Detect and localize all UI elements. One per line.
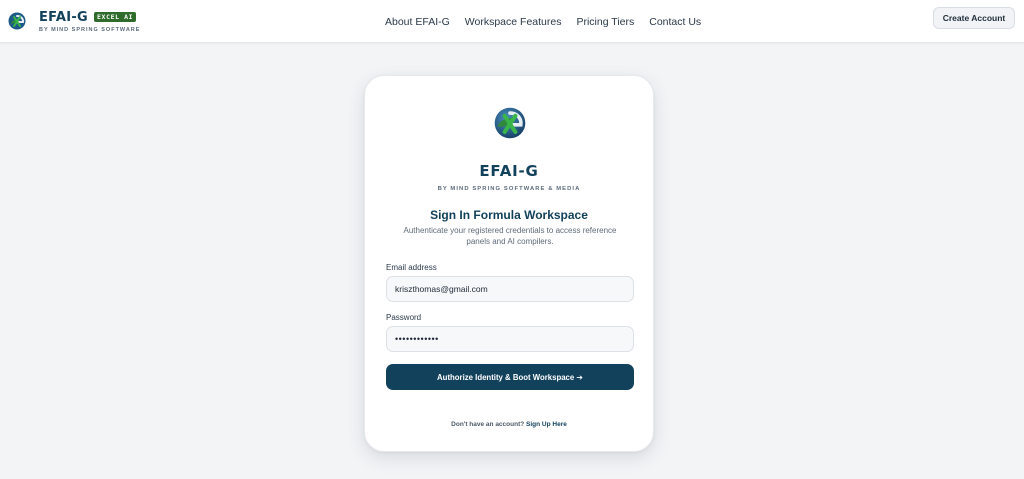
sign-up-link[interactable]: Sign Up Here	[526, 421, 567, 428]
nav-contact-us[interactable]: Contact Us	[649, 16, 701, 28]
brand-tagline: BY MIND SPRING SOFTWARE	[39, 27, 141, 33]
sign-in-card: EFAI-G BY MIND SPRING SOFTWARE & MEDIA S…	[364, 75, 654, 452]
nav-workspace-features[interactable]: Workspace Features	[465, 16, 562, 28]
sign-in-heading: Sign In Formula Workspace	[430, 208, 588, 222]
sign-in-description: Authenticate your registered credentials…	[403, 226, 617, 246]
card-subtitle: BY MIND SPRING SOFTWARE & MEDIA	[437, 186, 581, 192]
brand[interactable]: EFAI-G EXCEL AI BY MIND SPRING SOFTWARE	[7, 7, 140, 35]
top-navigation-bar: EFAI-G EXCEL AI BY MIND SPRING SOFTWARE …	[0, 0, 1024, 43]
password-label: Password	[386, 313, 422, 322]
create-account-button[interactable]: Create Account	[933, 7, 1015, 29]
efai-g-logo-icon	[8, 12, 26, 30]
email-field[interactable]: kriszthomas@gmail.com	[386, 276, 634, 302]
authorize-submit-button[interactable]: Authorize Identity & Boot Workspace ➔	[386, 364, 634, 390]
excel-ai-badge: EXCEL AI	[94, 12, 137, 22]
signup-prompt: Don't have an account? Sign Up Here	[365, 421, 653, 428]
main-nav: About EFAI-G Workspace Features Pricing …	[385, 0, 716, 43]
efai-g-globe-logo-icon	[494, 107, 526, 139]
brand-row: EFAI-G EXCEL AI	[39, 9, 140, 25]
brand-text: EFAI-G EXCEL AI BY MIND SPRING SOFTWARE	[39, 9, 141, 34]
brand-name: EFAI-G	[39, 9, 89, 25]
signup-prompt-text: Don't have an account?	[451, 421, 525, 428]
email-label: Email address	[386, 263, 437, 272]
card-title: EFAI-G	[479, 162, 539, 180]
password-field[interactable]: ••••••••••••	[386, 326, 634, 352]
nav-pricing-tiers[interactable]: Pricing Tiers	[576, 16, 634, 28]
nav-about[interactable]: About EFAI-G	[385, 16, 450, 28]
